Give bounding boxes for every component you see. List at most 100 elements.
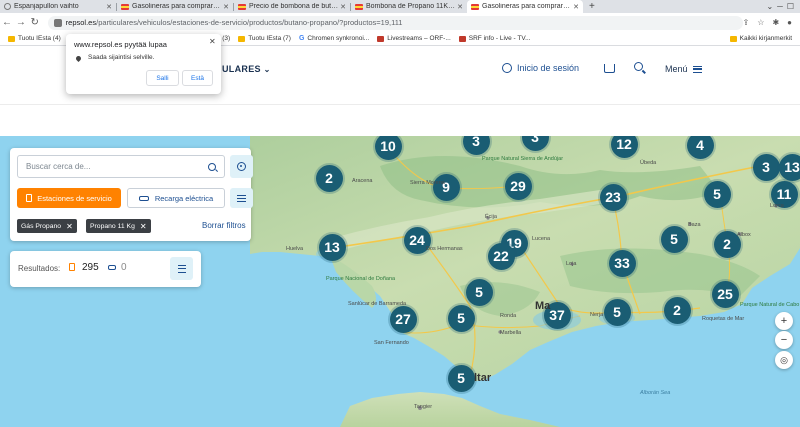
bookmark-item[interactable]: G Chromen synkronoi... [299,35,369,42]
cart-icon[interactable] [604,64,615,73]
close-tab-icon[interactable]: ✕ [457,3,463,11]
all-bookmarks[interactable]: Kaikki kirjanmerkit [729,35,792,42]
station-cluster[interactable]: 29 [504,172,532,200]
browser-tab[interactable]: Espanjapullon vaihto ✕ [0,0,116,13]
station-cluster[interactable]: 22 [487,242,515,270]
ev-plug-icon [138,195,149,201]
srf-icon [458,35,466,42]
place-label: Parque Natural de Cabo de Gata [740,302,800,308]
login-link[interactable]: Inicio de sesión [502,63,579,73]
site-info-icon[interactable] [53,18,62,27]
station-cluster[interactable]: 10 [374,136,402,160]
recenter-button[interactable]: ◎ [775,351,793,369]
share-icon[interactable]: ⇪ [743,18,750,27]
station-cluster[interactable]: 5 [465,278,493,306]
back-icon[interactable]: ← [0,17,14,28]
results-label: Resultados: [18,264,61,273]
station-cluster[interactable]: 5 [603,298,631,326]
station-cluster[interactable]: 5 [447,364,475,392]
station-cluster[interactable]: 27 [389,305,417,333]
spain-flag-icon [471,3,479,10]
place-label: Écija [485,214,497,220]
station-cluster[interactable]: 13 [778,153,800,181]
close-tab-icon[interactable]: ✕ [573,3,579,11]
browser-tab[interactable]: Gasolineras para comprar butano✕ [117,0,233,13]
close-tab-icon[interactable]: ✕ [223,3,229,11]
bookmark-item[interactable]: Tuotu IEsta (7) [238,35,291,42]
station-cluster[interactable]: 25 [711,280,739,308]
search-icon[interactable] [208,162,216,171]
place-label: Sierra Morena [410,180,445,186]
station-cluster[interactable]: 33 [608,249,636,277]
place-label: San Fernando [374,340,409,346]
nav-particulares[interactable]: ULARES ⌄ [222,64,271,74]
url-bar[interactable]: repsol.es /particulares/vehiculos/estaci… [47,15,743,30]
bookmark-item[interactable]: SRF info - Live - TV... [458,35,531,42]
stations-toggle-button[interactable]: Estaciones de servicio [17,188,121,208]
close-tab-icon[interactable]: ✕ [340,3,346,11]
station-cluster[interactable]: 9 [432,173,460,201]
sliders-icon [237,194,246,202]
station-cluster[interactable]: 13 [318,233,346,261]
reload-icon[interactable]: ↻ [28,17,42,28]
geolocate-button[interactable] [230,155,253,178]
list-icon [177,264,186,273]
list-view-button[interactable] [170,257,193,280]
bookmark-item[interactable]: Livestreams – ORF-... [377,35,451,42]
station-cluster[interactable]: 23 [599,183,627,211]
new-tab-icon[interactable]: + [583,1,601,12]
crosshair-icon [237,162,246,171]
bookmark-item[interactable]: Tuotu IEsta (4) [8,35,61,42]
forward-icon[interactable]: → [14,17,28,28]
place-label: Lucena [532,236,551,242]
block-button[interactable]: Estä [182,70,213,86]
place-label: Marbella [500,330,522,336]
search-icon[interactable] [634,62,643,71]
zoom-in-button[interactable]: + [775,312,793,330]
allow-button[interactable]: Salli [146,70,179,86]
station-cluster[interactable]: 5 [660,225,688,253]
ev-charging-toggle-button[interactable]: Recarga eléctrica [127,188,225,208]
remove-filter-icon[interactable]: ✕ [140,222,147,231]
zoom-out-button[interactable]: − [775,331,793,349]
station-cluster[interactable]: 4 [686,136,714,159]
hamburger-icon [692,65,702,73]
minimize-icon[interactable]: ─ [777,2,783,11]
remove-filter-icon[interactable]: ✕ [66,222,73,231]
extensions-icon[interactable]: ✱ [772,18,779,27]
folder-icon [729,35,737,42]
place-label: Úbeda [640,160,657,166]
browser-tab[interactable]: Bombona de Propano 11Kg - Al ✕ [351,0,467,13]
browser-tab[interactable]: Precio de bombona de butano y✕ [234,0,350,13]
profile-icon[interactable]: ● [787,18,792,27]
close-tab-icon[interactable]: ✕ [106,3,112,11]
place-label: Loja [566,261,577,267]
filter-chip-gas-propano[interactable]: Gás Propano ✕ [17,219,77,233]
clear-filters-link[interactable]: Borrar filtros [202,221,246,230]
station-cluster[interactable]: 2 [663,296,691,324]
chevron-down-icon[interactable]: ⌄ [766,2,773,11]
maximize-icon[interactable]: ☐ [787,2,794,11]
station-cluster[interactable]: 2 [315,164,343,192]
place-label: Lorca [770,203,784,209]
star-icon[interactable]: ☆ [757,18,764,27]
station-cluster[interactable]: 3 [752,153,780,181]
station-cluster[interactable]: 12 [610,136,638,158]
station-cluster[interactable]: 5 [703,180,731,208]
filter-settings-button[interactable] [230,188,253,208]
folder-icon [238,35,246,42]
place-label: Huelva [286,246,304,252]
menu-button[interactable]: Menú [665,64,702,74]
search-input[interactable] [26,162,208,171]
browser-actions: ⇪ ☆ ✱ ● [743,18,800,27]
station-cluster[interactable]: 5 [447,304,475,332]
filter-chip-propano-11kg[interactable]: Propano 11 Kg ✕ [86,219,151,233]
browser-tab-active[interactable]: Gasolineras para comprar butano✕ [467,0,583,13]
results-panel: Resultados: 295 0 [10,251,201,287]
close-icon[interactable]: ✕ [209,37,216,46]
popup-message: Saada sijaintisi selville. [88,54,155,61]
place-label: Roquetas de Mar [702,316,745,322]
spain-flag-icon [238,3,246,10]
city-label-malaga: Ma [535,300,551,312]
search-box[interactable] [17,155,225,178]
